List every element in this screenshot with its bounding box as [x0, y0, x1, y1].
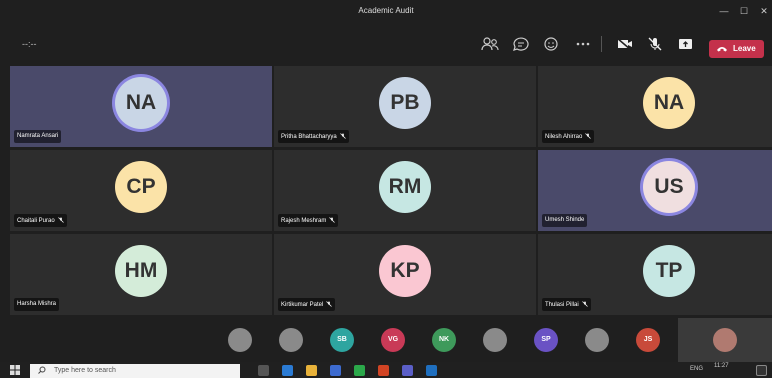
muted-mic-icon [585, 133, 592, 139]
participant-tile[interactable]: NA Namrata Ansari [10, 66, 272, 147]
participant-name: Chaitali Purao [17, 218, 55, 224]
meeting-toolbar: --:-- Leave [0, 22, 772, 66]
language-indicator[interactable]: ENG [690, 366, 703, 372]
participant-tile[interactable]: TP Thulasi Pillai [538, 234, 772, 315]
participant-name: Rajesh Meshram [281, 218, 327, 224]
muted-mic-icon [339, 133, 346, 139]
participant-name-tag: Rajesh Meshram [278, 214, 339, 227]
participant-avatar: PB [379, 77, 431, 129]
participant-tile[interactable]: PB Pritha Bhattacharyya [274, 66, 536, 147]
window-title: Academic Audit [358, 6, 414, 15]
participant-avatar: TP [643, 245, 695, 297]
participant-initials-thumbnail[interactable]: SB [330, 328, 354, 352]
participant-name-tag: Namrata Ansari [14, 130, 62, 143]
participant-name-tag: Nilesh Ahirrao [542, 130, 595, 143]
participant-avatar: KP [379, 245, 431, 297]
meeting-timer: --:-- [22, 39, 37, 49]
participant-name-tag: Pritha Bhattacharyya [278, 130, 349, 143]
participant-avatar: HM [115, 245, 167, 297]
windows-taskbar: Type here to search ENG 11:27 [0, 362, 772, 378]
participant-photo-thumbnail[interactable] [585, 328, 609, 352]
participant-name: Thulasi Pillai [545, 302, 579, 308]
participant-initials-thumbnail[interactable]: VG [381, 328, 405, 352]
muted-mic-icon [57, 217, 64, 223]
share-screen-icon[interactable] [677, 36, 695, 52]
taskbar-search-input[interactable]: Type here to search [30, 364, 240, 378]
participant-tile[interactable]: RM Rajesh Meshram [274, 150, 536, 231]
participant-tile[interactable]: NA Nilesh Ahirrao [538, 66, 772, 147]
mic-off-icon[interactable] [646, 36, 664, 52]
participant-initials-thumbnail[interactable]: NK [432, 328, 456, 352]
participant-initials-thumbnail[interactable]: SP [534, 328, 558, 352]
close-button[interactable]: ✕ [756, 4, 772, 18]
participant-name-tag: Kirtikumar Patel [278, 298, 336, 311]
participant-name-tag: Umesh Shinde [542, 214, 588, 227]
participant-name: Pritha Bhattacharyya [281, 134, 337, 140]
toolbar-divider [601, 36, 602, 52]
reactions-icon[interactable] [543, 36, 561, 52]
participant-avatar: CP [115, 161, 167, 213]
chat-icon[interactable] [512, 36, 530, 52]
muted-mic-icon [581, 301, 588, 307]
participant-avatar: NA [643, 77, 695, 129]
participant-name: Namrata Ansari [17, 133, 59, 139]
participant-avatar: US [643, 161, 695, 213]
participant-tile[interactable]: HM Harsha Mishra [10, 234, 272, 315]
participant-photo-thumbnail[interactable] [279, 328, 303, 352]
participant-grid: NA Namrata Ansari PB Pritha Bhattacharyya NA… [10, 66, 772, 316]
participant-avatar: RM [379, 161, 431, 213]
chrome-icon[interactable] [354, 365, 365, 376]
participant-photo-thumbnail[interactable] [483, 328, 507, 352]
maximize-button[interactable]: ☐ [736, 4, 752, 18]
clock[interactable]: 11:27 [714, 363, 729, 369]
participant-tile[interactable]: CP Chaitali Purao [10, 150, 272, 231]
search-icon [38, 366, 46, 374]
self-view-photo [713, 328, 737, 352]
participant-tile[interactable]: US Umesh Shinde [538, 150, 772, 231]
windows-start-icon[interactable] [10, 365, 20, 375]
participant-name-tag: Chaitali Purao [14, 214, 67, 227]
task-view-icon[interactable] [258, 365, 269, 376]
title-bar: Academic Audit — ☐ ✕ [0, 0, 772, 22]
self-view[interactable] [678, 318, 772, 362]
participant-name-tag: Thulasi Pillai [542, 298, 591, 311]
leave-button[interactable]: Leave [709, 40, 764, 58]
leave-label: Leave [733, 44, 756, 53]
overflow-participant-strip: SB VG NK SP JS [0, 318, 772, 362]
word-icon[interactable] [426, 365, 437, 376]
participant-name: Nilesh Ahirrao [545, 134, 583, 140]
participant-initials-thumbnail[interactable]: JS [636, 328, 660, 352]
notification-icon[interactable] [756, 365, 767, 376]
store-icon[interactable] [330, 365, 341, 376]
edge-icon[interactable] [282, 365, 293, 376]
teams-icon[interactable] [402, 365, 413, 376]
participant-name: Harsha Mishra [17, 301, 57, 307]
file-explorer-icon[interactable] [306, 365, 317, 376]
office-icon[interactable] [378, 365, 389, 376]
muted-mic-icon [329, 217, 336, 223]
participant-avatar: NA [115, 77, 167, 129]
participants-icon[interactable] [481, 36, 499, 52]
minimize-button[interactable]: — [716, 4, 732, 18]
participant-name: Kirtikumar Patel [281, 302, 324, 308]
participant-name: Umesh Shinde [545, 217, 585, 223]
hang-up-icon [717, 47, 727, 52]
muted-mic-icon [326, 301, 333, 307]
more-actions-icon[interactable] [574, 36, 592, 52]
participant-name-tag: Harsha Mishra [14, 298, 60, 311]
participant-tile[interactable]: KP Kirtikumar Patel [274, 234, 536, 315]
camera-off-icon[interactable] [616, 36, 634, 52]
participant-photo-thumbnail[interactable] [228, 328, 252, 352]
